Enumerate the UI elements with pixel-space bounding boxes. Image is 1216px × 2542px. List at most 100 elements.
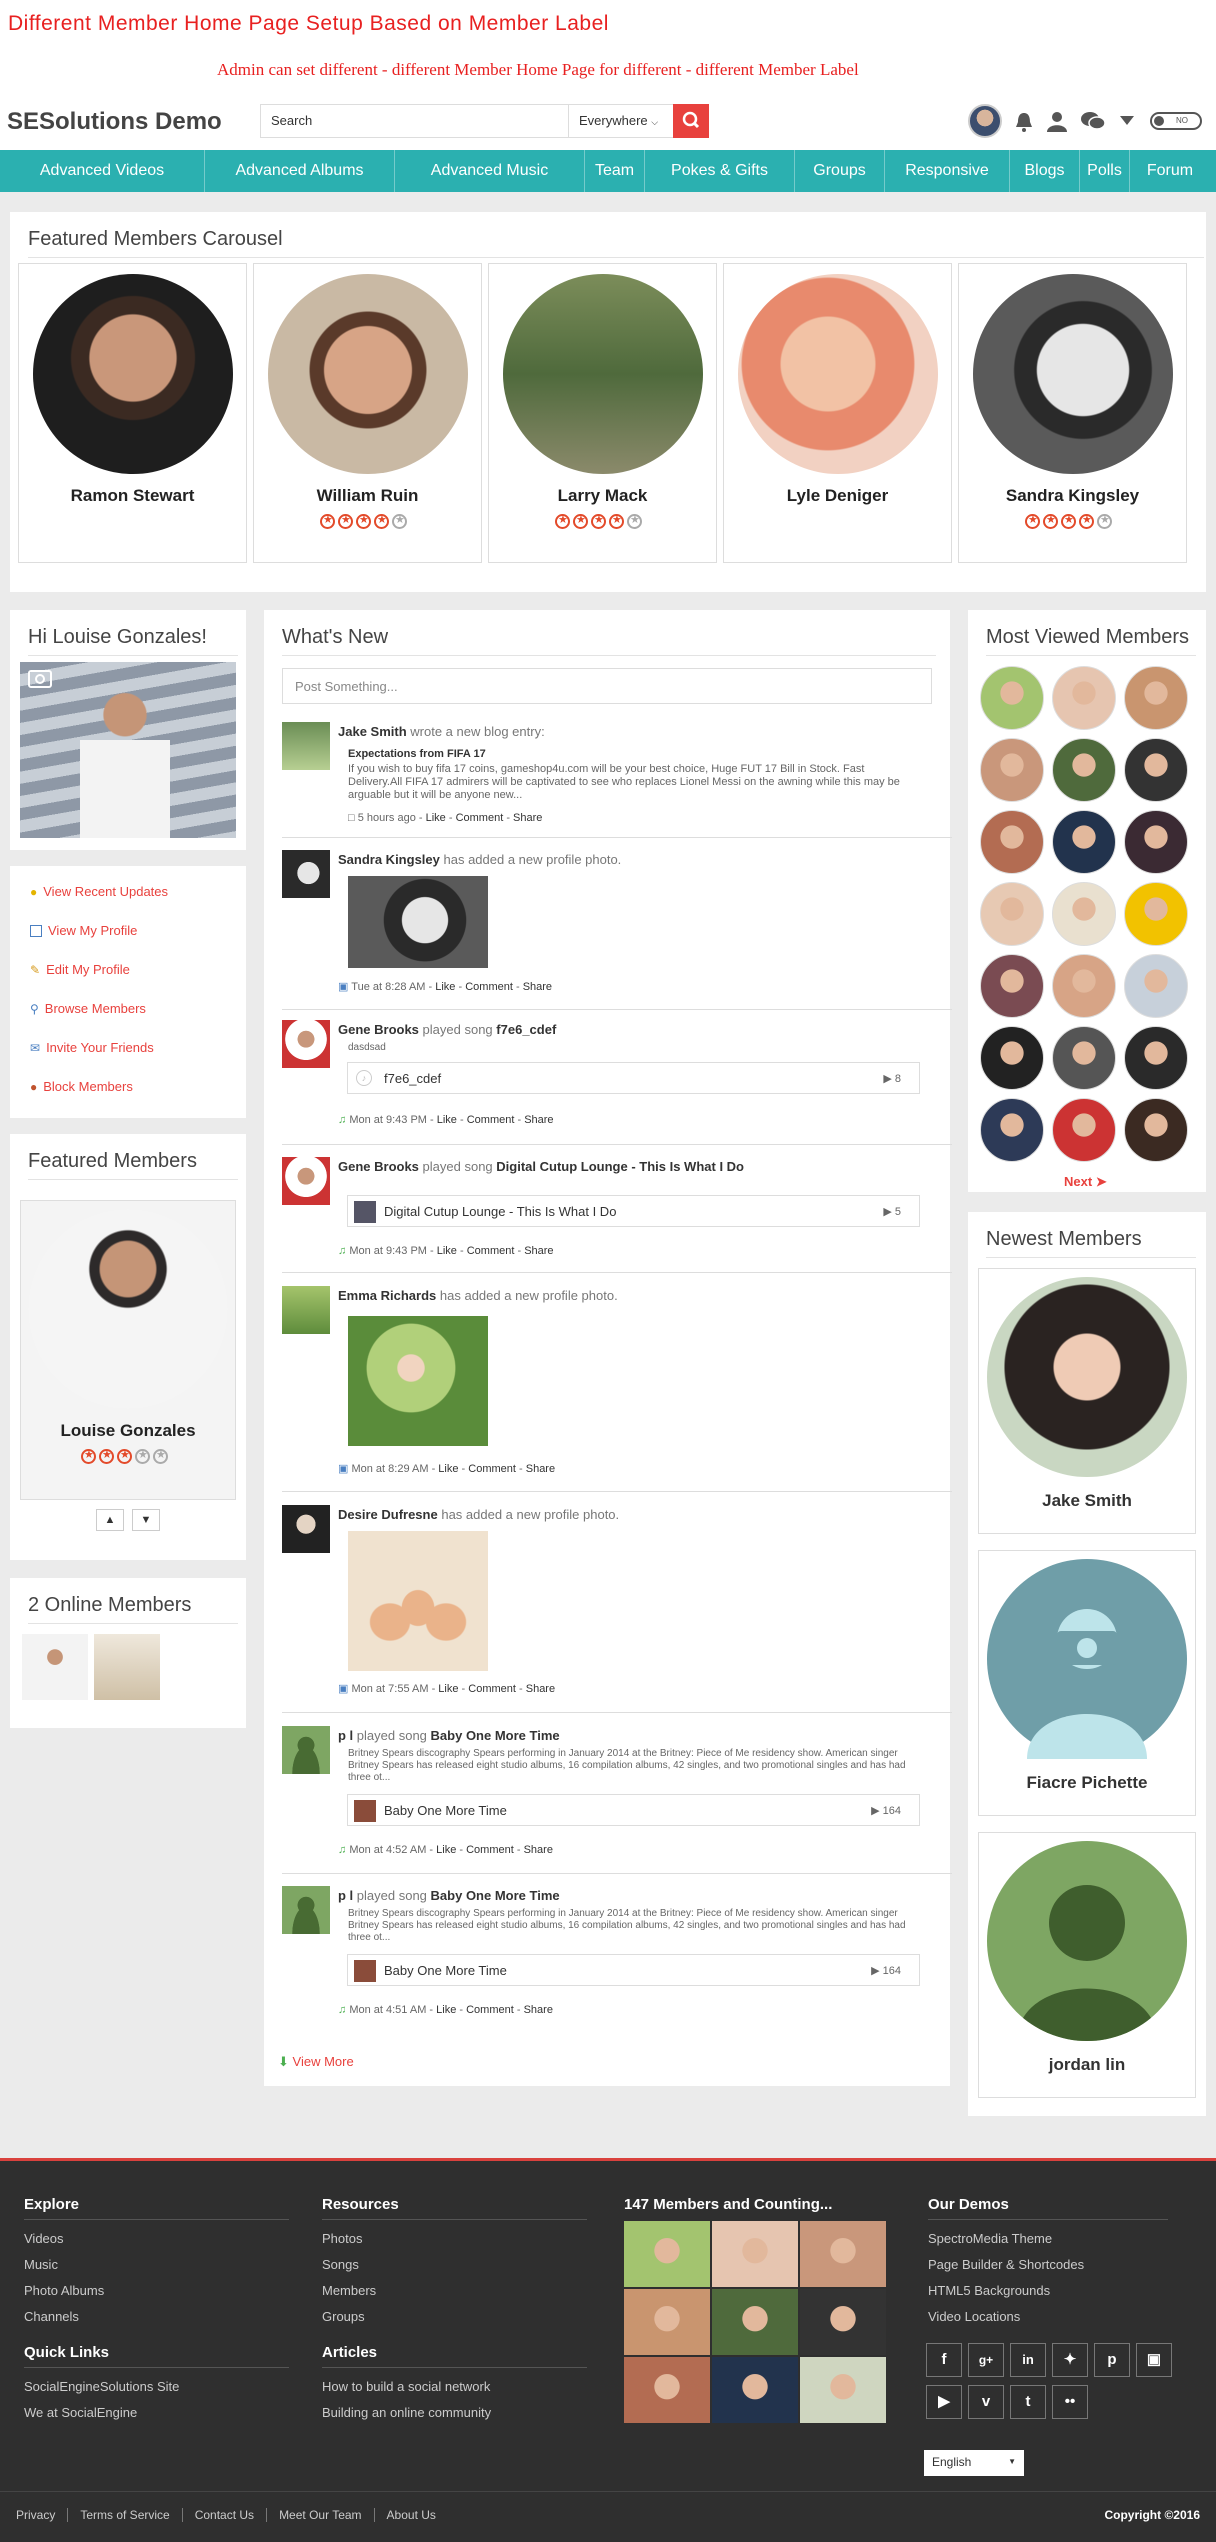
user-avatar[interactable] (282, 1726, 330, 1774)
footer-link[interactable]: We at SocialEngine (24, 2405, 289, 2420)
most-viewed-avatar[interactable] (980, 954, 1044, 1018)
footer-member-thumb[interactable] (712, 2357, 798, 2423)
entry-photo[interactable] (348, 1531, 488, 1671)
user-avatar[interactable] (968, 104, 1002, 138)
user-avatar[interactable] (282, 1505, 330, 1553)
song-player[interactable]: ♪ f7e6_cdef ▶ 8 (347, 1062, 920, 1094)
footer-member-thumb[interactable] (712, 2289, 798, 2355)
nav-item-groups[interactable]: Groups (795, 150, 885, 192)
entry-song[interactable]: Baby One More Time (431, 1888, 560, 1903)
most-viewed-avatar[interactable] (980, 810, 1044, 874)
site-logo[interactable]: SESolutions Demo (7, 108, 222, 136)
vimeo-icon[interactable]: v (968, 2385, 1004, 2419)
youtube-icon[interactable]: ▶ (926, 2385, 962, 2419)
entry-song[interactable]: Baby One More Time (431, 1728, 560, 1743)
most-viewed-avatar[interactable] (1124, 1026, 1188, 1090)
footer-link[interactable]: Photos (322, 2231, 587, 2246)
search-scope-select[interactable]: Everywhere ⌵ (568, 104, 675, 138)
footer-member-thumb[interactable] (624, 2289, 710, 2355)
nav-item-polls[interactable]: Polls (1080, 150, 1130, 192)
footer-member-thumb[interactable] (800, 2289, 886, 2355)
user-avatar[interactable] (282, 1286, 330, 1334)
like-link[interactable]: Like (436, 2004, 456, 2016)
quick-link-edit-profile[interactable]: ✎ Edit My Profile (30, 962, 130, 977)
user-avatar[interactable] (282, 1886, 330, 1934)
most-viewed-avatar[interactable] (1052, 738, 1116, 802)
like-link[interactable]: Like (435, 981, 455, 993)
quick-link-block-members[interactable]: ● Block Members (30, 1079, 133, 1094)
online-member-avatar[interactable] (94, 1634, 160, 1700)
footer-bottom-link[interactable]: Contact Us (181, 2508, 266, 2522)
carousel-card[interactable]: Lyle Deniger (723, 263, 952, 563)
bell-icon[interactable] (1014, 111, 1034, 133)
footer-link[interactable]: Page Builder & Shortcodes (928, 2257, 1168, 2272)
comment-link[interactable]: Comment (467, 1114, 515, 1126)
song-player[interactable]: Baby One More Time ▶ 164 (347, 1794, 920, 1826)
share-link[interactable]: Share (513, 812, 542, 824)
carousel-card[interactable]: William Ruin (253, 263, 482, 563)
linkedin-icon[interactable]: in (1010, 2343, 1046, 2377)
newest-member-card[interactable]: Jake Smith (978, 1268, 1196, 1534)
most-viewed-avatar[interactable] (1124, 666, 1188, 730)
share-link[interactable]: Share (524, 1114, 553, 1126)
most-viewed-avatar[interactable] (980, 882, 1044, 946)
footer-link[interactable]: SpectroMedia Theme (928, 2231, 1168, 2246)
quick-link-browse-members[interactable]: ⚲ Browse Members (30, 1001, 146, 1016)
language-select[interactable]: English ▼ (924, 2450, 1024, 2476)
user-avatar[interactable] (282, 850, 330, 898)
twitter-icon[interactable]: ✦ (1052, 2343, 1088, 2377)
song-player[interactable]: Digital Cutup Lounge - This Is What I Do… (347, 1195, 920, 1227)
most-viewed-avatar[interactable] (980, 666, 1044, 730)
footer-member-thumb[interactable] (712, 2221, 798, 2287)
nav-item-responsive[interactable]: Responsive (885, 150, 1010, 192)
next-link[interactable]: Next ➤ (1064, 1174, 1107, 1190)
caret-down-icon[interactable] (1120, 116, 1134, 126)
newest-member-card[interactable]: jordan lin (978, 1832, 1196, 2098)
mode-toggle[interactable]: NO (1150, 112, 1202, 130)
footer-link[interactable]: How to build a social network (322, 2379, 587, 2394)
entry-user[interactable]: Emma Richards (338, 1288, 436, 1303)
most-viewed-avatar[interactable] (1124, 1098, 1188, 1162)
like-link[interactable]: Like (426, 812, 446, 824)
nav-item-forum[interactable]: Forum (1130, 150, 1210, 192)
most-viewed-avatar[interactable] (1052, 882, 1116, 946)
share-link[interactable]: Share (526, 1463, 555, 1475)
carousel-card[interactable]: Larry Mack (488, 263, 717, 563)
like-link[interactable]: Like (437, 1245, 457, 1257)
prev-button[interactable]: ▲ (96, 1509, 124, 1531)
like-link[interactable]: Like (438, 1683, 458, 1695)
like-link[interactable]: Like (436, 1844, 456, 1856)
entry-user[interactable]: Jake Smith (338, 724, 407, 739)
view-more-link[interactable]: ⬇ View More (278, 2054, 354, 2070)
entry-photo[interactable] (348, 1316, 488, 1446)
flickr-icon[interactable]: •• (1052, 2385, 1088, 2419)
profile-photo[interactable] (20, 662, 236, 838)
like-link[interactable]: Like (437, 1114, 457, 1126)
most-viewed-avatar[interactable] (1052, 1098, 1116, 1162)
share-link[interactable]: Share (526, 1683, 555, 1695)
footer-link[interactable]: Photo Albums (24, 2283, 289, 2298)
most-viewed-avatar[interactable] (1124, 882, 1188, 946)
facebook-icon[interactable]: f (926, 2343, 962, 2377)
like-link[interactable]: Like (438, 1463, 458, 1475)
messages-icon[interactable] (1080, 110, 1106, 132)
search-input[interactable]: Search (260, 104, 570, 138)
online-member-avatar[interactable] (22, 1634, 88, 1700)
google-plus-icon[interactable]: g+ (968, 2343, 1004, 2377)
pinterest-icon[interactable]: p (1094, 2343, 1130, 2377)
most-viewed-avatar[interactable] (980, 1026, 1044, 1090)
friend-requests-icon[interactable] (1045, 110, 1069, 132)
footer-bottom-link[interactable]: Meet Our Team (266, 2508, 373, 2522)
user-avatar[interactable] (282, 1157, 330, 1205)
entry-user[interactable]: Gene Brooks (338, 1159, 419, 1174)
comment-link[interactable]: Comment (468, 1683, 516, 1695)
featured-card[interactable]: Louise Gonzales (20, 1200, 236, 1500)
footer-link[interactable]: Groups (322, 2309, 587, 2324)
nav-item-advanced-videos[interactable]: Advanced Videos (0, 150, 205, 192)
most-viewed-avatar[interactable] (1124, 954, 1188, 1018)
carousel-card[interactable]: Sandra Kingsley (958, 263, 1187, 563)
nav-item-advanced-albums[interactable]: Advanced Albums (205, 150, 395, 192)
nav-item-advanced-music[interactable]: Advanced Music (395, 150, 585, 192)
comment-link[interactable]: Comment (468, 1463, 516, 1475)
carousel-card[interactable]: Ramon Stewart (18, 263, 247, 563)
